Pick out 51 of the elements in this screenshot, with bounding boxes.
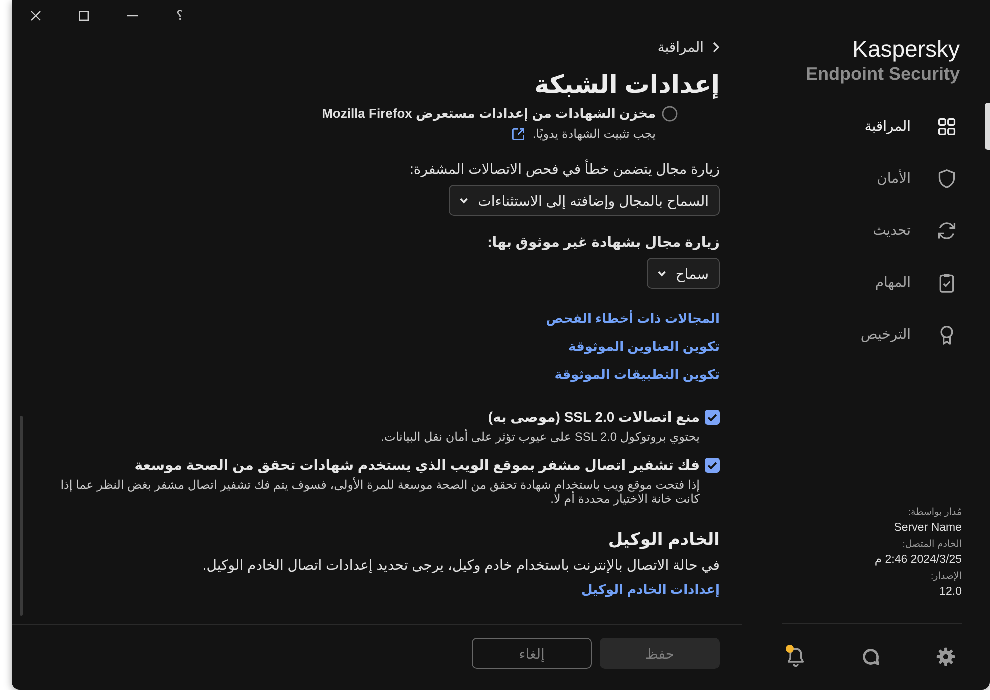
info-value: 12.0 [940,585,962,600]
nav-item[interactable]: المراقبة [742,103,990,150]
page-title: إعدادات الشبكة [534,70,720,101]
checkbox[interactable] [705,410,720,425]
minimize-icon[interactable] [126,15,138,17]
dropdown[interactable]: سماح [646,258,720,289]
help-button[interactable]: ؟ [176,9,184,23]
bell-icon[interactable] [787,647,805,667]
link[interactable]: تكوين العناوين الموثوقة [568,337,720,357]
checkbox-description: يحتوي بروتوكول SSL 2.0 على عيوب تؤثر على أمان نقل البيانات. [381,430,700,444]
link[interactable]: تكوين التطبيقات الموثوقة [554,365,720,385]
settings-icon[interactable] [936,647,956,667]
scrollbar[interactable] [20,416,23,616]
refresh-icon [937,220,957,240]
shield-icon [937,168,957,188]
close-icon[interactable] [31,11,41,21]
radio-label[interactable]: مخزن الشهادات من إعدادات مستعرض Mozilla Firefox [322,106,656,122]
section-heading: الخادم الوكيل [608,529,720,552]
info-value: Server Name [894,521,962,536]
dropdown[interactable]: السماح بالمجال وإضافته إلى الاستثناءات [449,185,720,216]
radio-button[interactable] [662,106,678,122]
nav-item[interactable]: المهام [742,259,990,306]
checkbox-label[interactable]: فك تشفير اتصال مشفر بموقع الويب الذي يستخدم شهادات تحقق من الصحة موسعة [134,455,700,475]
external-link-icon[interactable] [512,128,525,140]
field-label: زيارة مجال بشهادة غير موثوق بها: [488,233,720,252]
checkbox-label[interactable]: منع اتصالات SSL 2.0 (موصى به) [488,407,700,427]
chevron-icon [713,42,720,52]
nav-item[interactable]: الأمان [742,155,990,202]
caret-icon [460,198,468,204]
active-indicator [985,103,990,150]
checkbox[interactable] [705,458,720,473]
maximize-icon[interactable] [79,11,89,21]
brand-name: Kaspersky [852,35,960,63]
info-label: الخادم المتصل: [902,538,962,552]
paragraph: في حالة الاتصال بالإنترنت باستخدام خادم وكيل، يرجى تحديد إعدادات اتصال الخادم الوكيل. [202,556,720,575]
caret-icon [658,270,666,276]
link[interactable]: المجالات ذات أخطاء الفحص [546,309,720,329]
nav-item[interactable]: تحديث [742,207,990,254]
nav-item[interactable]: الترخيص [742,311,990,358]
field-label: زيارة مجال يتضمن خطأ في فحص الاتصالات المشفرة: [410,159,720,179]
link[interactable]: إعدادات الخادم الوكيل [582,580,720,600]
speech-bubble-icon[interactable] [862,648,880,666]
dashboard-icon [937,116,957,136]
breadcrumb-link[interactable]: المراقبة [658,38,720,56]
product-name: Endpoint Security [806,63,960,85]
info-value: 2024/3/25 2:46 م [874,553,962,568]
note-text: يجب تثبيت الشهادة يدويًا. [532,126,656,142]
clipboard-check-icon [937,272,957,292]
info-label: مُدار بواسطة: [908,506,962,520]
checkbox-description: إذا فتحت موقع ويب باستخدام شهادة تحقق من الصحة موسعة للمرة الأولى، فسوف يتم فك تشفير اتصال مشفر بغض النظر عما إذا كانت خانة الاختيار محددة أم لا. [60,478,700,506]
info-label: الإصدار: [931,570,962,584]
